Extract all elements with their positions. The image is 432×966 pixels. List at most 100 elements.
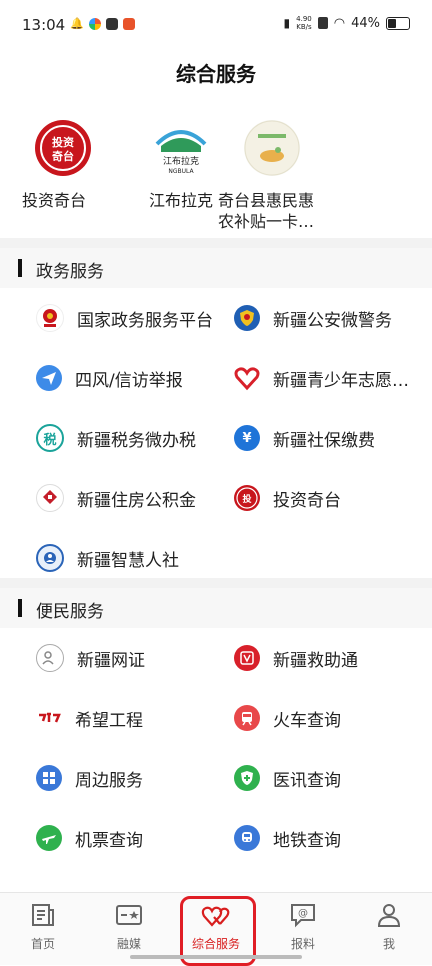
- service-medical[interactable]: 医讯查询: [234, 758, 341, 798]
- train-icon: [234, 705, 260, 731]
- tab-label: 融媒: [116, 937, 141, 951]
- touzi-qitai-logo-icon: 投资 奇台: [35, 120, 91, 176]
- service-label: 新疆智慧人社: [77, 550, 179, 571]
- hope-project-icon: [36, 705, 62, 731]
- service-social-security[interactable]: ¥ 新疆社保缴费: [234, 418, 375, 458]
- service-sifeng-report[interactable]: 四风/信访举报: [36, 358, 183, 398]
- sim-off-icon: [317, 17, 328, 29]
- wifi-icon: ◠: [333, 15, 346, 31]
- report-icon: @: [268, 901, 338, 929]
- divider: [0, 238, 432, 248]
- battery-icon: [386, 16, 410, 30]
- subsidy-card-logo-icon: [244, 120, 300, 176]
- service-tax[interactable]: 税 新疆税务微办税: [36, 418, 196, 458]
- app-notification-icon: [88, 17, 101, 30]
- page-title: 综合服务: [176, 62, 256, 86]
- smart-hr-icon: [36, 544, 64, 572]
- service-flight[interactable]: 机票查询: [36, 818, 143, 858]
- service-label: 希望工程: [75, 710, 143, 731]
- jiangbulake-logo-icon: 江布拉克 NGBULA: [151, 120, 211, 176]
- vibrate-icon: ▮: [283, 16, 291, 30]
- featured-touzi-qitai[interactable]: 投资 奇台 投资奇台: [8, 120, 118, 211]
- featured-huimin-card[interactable]: 奇台县惠民惠农补贴一卡…: [218, 120, 338, 232]
- service-national-gov[interactable]: 国家政务服务平台: [36, 298, 213, 338]
- news-icon: [8, 901, 78, 929]
- service-label: 新疆税务微办税: [77, 430, 196, 451]
- service-label: 地铁查询: [273, 830, 341, 851]
- service-rescue[interactable]: 新疆救助通: [234, 638, 358, 678]
- person-icon: [354, 901, 424, 929]
- net-speed-unit: KB/s: [296, 23, 312, 31]
- featured-label: 奇台县惠民惠农补贴一卡…: [218, 191, 315, 231]
- plane-icon: [36, 825, 62, 851]
- bell-icon: 🔔: [70, 17, 84, 30]
- svg-text:投资: 投资: [52, 135, 74, 149]
- section-marker: [18, 259, 22, 277]
- status-bar: 13:04 🔔 ▮ 4.90 KB/s ◠ 44%: [0, 0, 432, 50]
- service-metro[interactable]: 地铁查询: [234, 818, 341, 858]
- service-label: 新疆青少年志愿…: [273, 370, 409, 391]
- status-right: ▮ 4.90 KB/s ◠ 44%: [284, 15, 410, 31]
- section-title: 政务服务: [36, 262, 104, 282]
- paper-plane-icon: [36, 365, 62, 391]
- service-label: 投资奇台: [273, 490, 341, 511]
- service-label: 新疆社保缴费: [273, 430, 375, 451]
- tab-media[interactable]: 融媒: [94, 901, 164, 952]
- section-marker: [18, 599, 22, 617]
- service-label: 新疆公安微警务: [273, 310, 392, 331]
- link-app-icon: [105, 17, 118, 30]
- featured-label: 投资奇台: [22, 191, 87, 210]
- service-smart-hr[interactable]: 新疆智慧人社: [36, 538, 179, 578]
- service-touzi-qitai[interactable]: 投 投资奇台: [234, 478, 341, 518]
- tab-home[interactable]: 首页: [8, 901, 78, 952]
- tax-icon: 税: [36, 424, 64, 452]
- service-label: 国家政务服务平台: [77, 310, 213, 331]
- service-housing-fund[interactable]: 新疆住房公积金: [36, 478, 196, 518]
- police-badge-icon: [234, 305, 260, 331]
- service-web-id[interactable]: 新疆网证: [36, 638, 145, 678]
- media-icon: [94, 901, 164, 929]
- tab-label: 我: [382, 937, 395, 951]
- housing-fund-icon: [36, 484, 64, 512]
- status-time: 13:04: [22, 16, 66, 34]
- service-label: 火车查询: [273, 710, 341, 731]
- tab-label: 首页: [30, 937, 55, 951]
- national-emblem-icon: [36, 304, 64, 332]
- invest-qitai-icon: 投: [234, 485, 260, 511]
- svg-text:投: 投: [242, 493, 251, 505]
- rescue-icon: [234, 645, 260, 671]
- service-label: 周边服务: [75, 770, 143, 791]
- service-label: 医讯查询: [273, 770, 341, 791]
- section-header-gov: 政务服务: [0, 248, 432, 288]
- tab-me[interactable]: 我: [354, 901, 424, 952]
- home-indicator[interactable]: [130, 955, 302, 959]
- medical-shield-icon: [234, 765, 260, 791]
- service-youth-volunteer[interactable]: 新疆青少年志愿…: [234, 358, 409, 398]
- service-label: 四风/信访举报: [75, 370, 183, 391]
- yuan-icon: ¥: [234, 425, 260, 451]
- tab-report[interactable]: @ 报料: [268, 901, 338, 952]
- net-speed-value: 4.90: [296, 15, 312, 23]
- featured-apps: 投资 奇台 投资奇台 江布拉克 NGBULA 江布拉克 奇台县惠民惠农补贴一卡…: [0, 120, 432, 232]
- service-label: 新疆网证: [77, 650, 145, 671]
- service-label: 机票查询: [75, 830, 143, 851]
- service-xinjiang-police[interactable]: 新疆公安微警务: [234, 298, 392, 338]
- divider: [0, 578, 432, 588]
- svg-text:NGBULA: NGBULA: [168, 168, 194, 175]
- service-label: 新疆住房公积金: [77, 490, 196, 511]
- net-speed: 4.90 KB/s: [296, 15, 312, 31]
- heart-icon: [234, 365, 260, 391]
- notification-icons: 🔔: [70, 17, 135, 30]
- svg-text:奇台: 奇台: [52, 149, 74, 163]
- metro-icon: [234, 825, 260, 851]
- tab-label: 报料: [290, 937, 315, 951]
- service-train[interactable]: 火车查询: [234, 698, 341, 738]
- svg-text:江布拉克: 江布拉克: [163, 155, 199, 167]
- service-label: 新疆救助通: [273, 650, 358, 671]
- section-title: 便民服务: [36, 602, 104, 622]
- web-id-icon: [36, 644, 64, 672]
- svg-text:@: @: [298, 908, 308, 919]
- service-nearby[interactable]: 周边服务: [36, 758, 143, 798]
- service-hope-project[interactable]: 希望工程: [36, 698, 143, 738]
- battery-percent: 44%: [351, 15, 380, 31]
